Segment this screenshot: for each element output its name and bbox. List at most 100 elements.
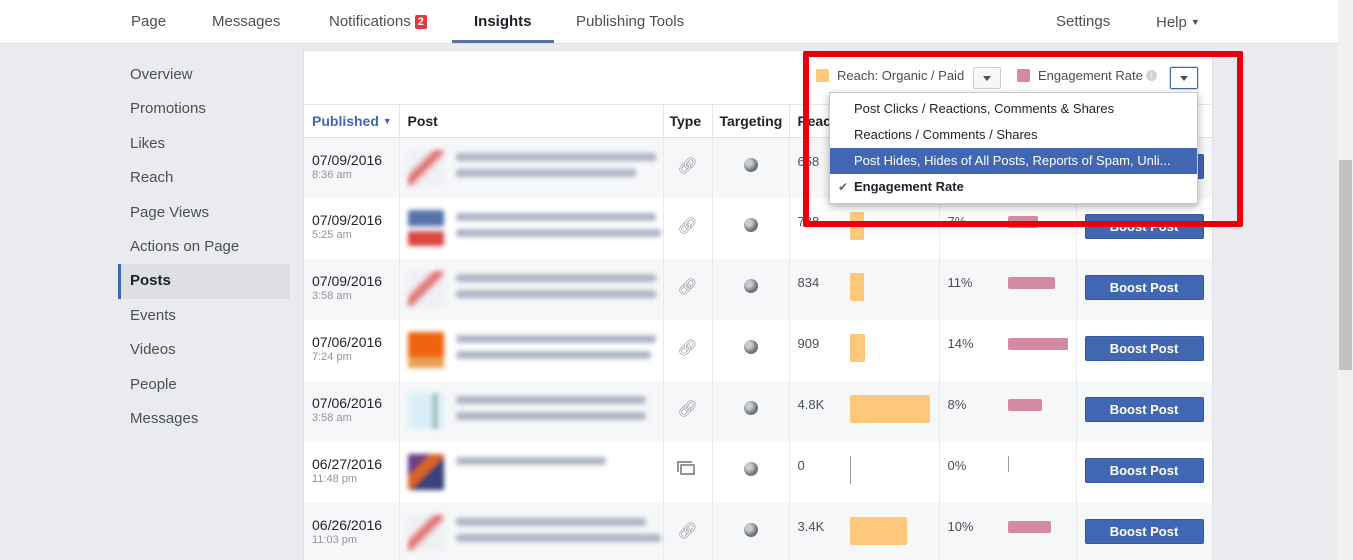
targeting-cell (712, 503, 790, 560)
link-icon: 🔗︎ (677, 401, 698, 418)
post-preview-text (455, 393, 646, 429)
post-preview-text (455, 515, 661, 551)
reach-cell[interactable]: 4.8K (789, 381, 940, 442)
boost-post-button[interactable]: Boost Post (1084, 275, 1204, 300)
reach-cell[interactable]: 834 (789, 259, 940, 320)
nav-notifications-label: Notifications (329, 13, 411, 30)
post-date: 06/26/2016 (312, 517, 383, 533)
menu-item-engagement-rate-label: Engagement Rate (854, 179, 964, 194)
reach-cell[interactable]: 788 (789, 198, 940, 259)
engagement-legend: Engagement Rate i (1017, 68, 1157, 83)
info-icon[interactable]: i (1145, 70, 1157, 81)
page-scrollbar-thumb[interactable] (1339, 160, 1352, 370)
boost-cell: Boost Post (1076, 442, 1212, 503)
post-thumbnail (407, 515, 444, 551)
table-row: 07/09/2016 3:58 am 🔗︎ 834 11% Boost Post (304, 259, 1212, 320)
sidebar-item-overview[interactable]: Overview (118, 58, 290, 92)
post-date: 07/09/2016 (312, 212, 383, 228)
engagement-bar (1007, 521, 1051, 533)
post-cell[interactable] (399, 503, 664, 560)
post-time: 11:03 pm (312, 534, 358, 546)
targeting-cell (712, 137, 790, 198)
post-cell[interactable] (399, 259, 664, 320)
engagement-metric-dropdown-button[interactable] (1170, 67, 1198, 89)
post-thumbnail (407, 454, 444, 490)
nav-help[interactable]: Help ▼ (1156, 0, 1200, 44)
engagement-cell[interactable]: 10% (939, 503, 1077, 560)
post-date: 07/09/2016 (312, 273, 383, 289)
nav-help-label: Help (1156, 14, 1187, 31)
nav-insights[interactable]: Insights (474, 0, 532, 44)
nav-settings[interactable]: Settings (1056, 0, 1110, 44)
globe-icon (743, 218, 758, 232)
nav-notifications[interactable]: Notifications 2 (329, 0, 427, 44)
targeting-cell (712, 320, 790, 381)
type-cell: 🔗︎ (663, 137, 713, 198)
engagement-cell[interactable]: 14% (939, 320, 1077, 381)
published-cell: 07/09/2016 3:58 am (304, 259, 400, 320)
reach-value: 0 (797, 458, 805, 473)
post-text-line (455, 274, 656, 282)
sidebar-item-promotions[interactable]: Promotions (118, 92, 290, 126)
reach-cell[interactable]: 3.4K (789, 503, 940, 560)
sidebar-item-events[interactable]: Events (118, 299, 290, 333)
boost-post-button[interactable]: Boost Post (1084, 397, 1204, 422)
column-header-targeting: Targeting (712, 105, 790, 138)
menu-item-engagement-rate[interactable]: ✔ Engagement Rate (830, 174, 1197, 200)
sidebar-item-reach[interactable]: Reach (118, 161, 290, 195)
post-cell[interactable] (399, 137, 664, 198)
post-text-line (455, 518, 646, 526)
link-icon: 🔗︎ (677, 279, 698, 296)
menu-item-reactions-comments-shares[interactable]: Reactions / Comments / Shares (830, 122, 1197, 148)
reach-value: 3.4K (797, 519, 825, 534)
boost-post-button[interactable]: Boost Post (1084, 458, 1204, 483)
boost-post-button[interactable]: Boost Post (1084, 336, 1204, 361)
reach-cell[interactable]: 909 (789, 320, 940, 381)
engagement-cell[interactable]: 0% (939, 442, 1077, 503)
nav-messages[interactable]: Messages (212, 0, 280, 44)
published-cell: 07/06/2016 7:24 pm (304, 320, 400, 381)
reach-bar (849, 334, 865, 362)
post-preview-text (455, 454, 606, 490)
sidebar-item-page-views[interactable]: Page Views (118, 196, 290, 230)
engagement-swatch-icon (1017, 69, 1030, 82)
nav-publishing-tools[interactable]: Publishing Tools (576, 0, 684, 44)
sidebar-item-videos[interactable]: Videos (118, 333, 290, 367)
post-text-line (455, 335, 656, 343)
engagement-cell[interactable]: 8% (939, 381, 1077, 442)
type-cell: 🔗︎ (663, 259, 713, 320)
engagement-bar (1007, 338, 1068, 350)
sidebar-item-likes[interactable]: Likes (118, 127, 290, 161)
engagement-cell[interactable]: 7% (939, 198, 1077, 259)
globe-icon (743, 401, 758, 415)
column-header-published[interactable]: Published ▼ (304, 105, 400, 138)
boost-post-button[interactable]: Boost Post (1084, 519, 1204, 544)
post-thumbnail (407, 393, 444, 429)
sidebar-item-posts[interactable]: Posts (118, 264, 290, 300)
reach-cell[interactable]: 0 (789, 442, 940, 503)
sidebar-item-messages[interactable]: Messages (118, 402, 290, 436)
sidebar-item-actions-on-page[interactable]: Actions on Page (118, 230, 290, 264)
type-cell: 🔗︎ (663, 198, 713, 259)
menu-item-negative-feedback[interactable]: Post Hides, Hides of All Posts, Reports … (830, 148, 1197, 174)
boost-post-button[interactable]: Boost Post (1084, 214, 1204, 239)
post-cell[interactable] (399, 442, 664, 503)
post-text-line (455, 290, 656, 298)
globe-icon (743, 340, 758, 354)
post-time: 11:48 pm (312, 473, 358, 485)
menu-item-post-clicks[interactable]: Post Clicks / Reactions, Comments & Shar… (830, 96, 1197, 122)
sidebar-item-people[interactable]: People (118, 368, 290, 402)
table-row: 06/26/2016 11:03 pm 🔗︎ 3.4K 10% Boost Post (304, 503, 1212, 560)
engagement-bar (1007, 456, 1009, 472)
post-text-line (455, 534, 661, 542)
post-cell[interactable] (399, 320, 664, 381)
reach-metric-dropdown-button[interactable] (973, 67, 1001, 89)
reach-bar (849, 212, 864, 240)
nav-page[interactable]: Page (131, 0, 166, 44)
post-cell[interactable] (399, 198, 664, 259)
engagement-value: 7% (947, 214, 967, 229)
post-cell[interactable] (399, 381, 664, 442)
reach-value: 788 (797, 214, 820, 229)
published-cell: 06/26/2016 11:03 pm (304, 503, 400, 560)
engagement-cell[interactable]: 11% (939, 259, 1077, 320)
